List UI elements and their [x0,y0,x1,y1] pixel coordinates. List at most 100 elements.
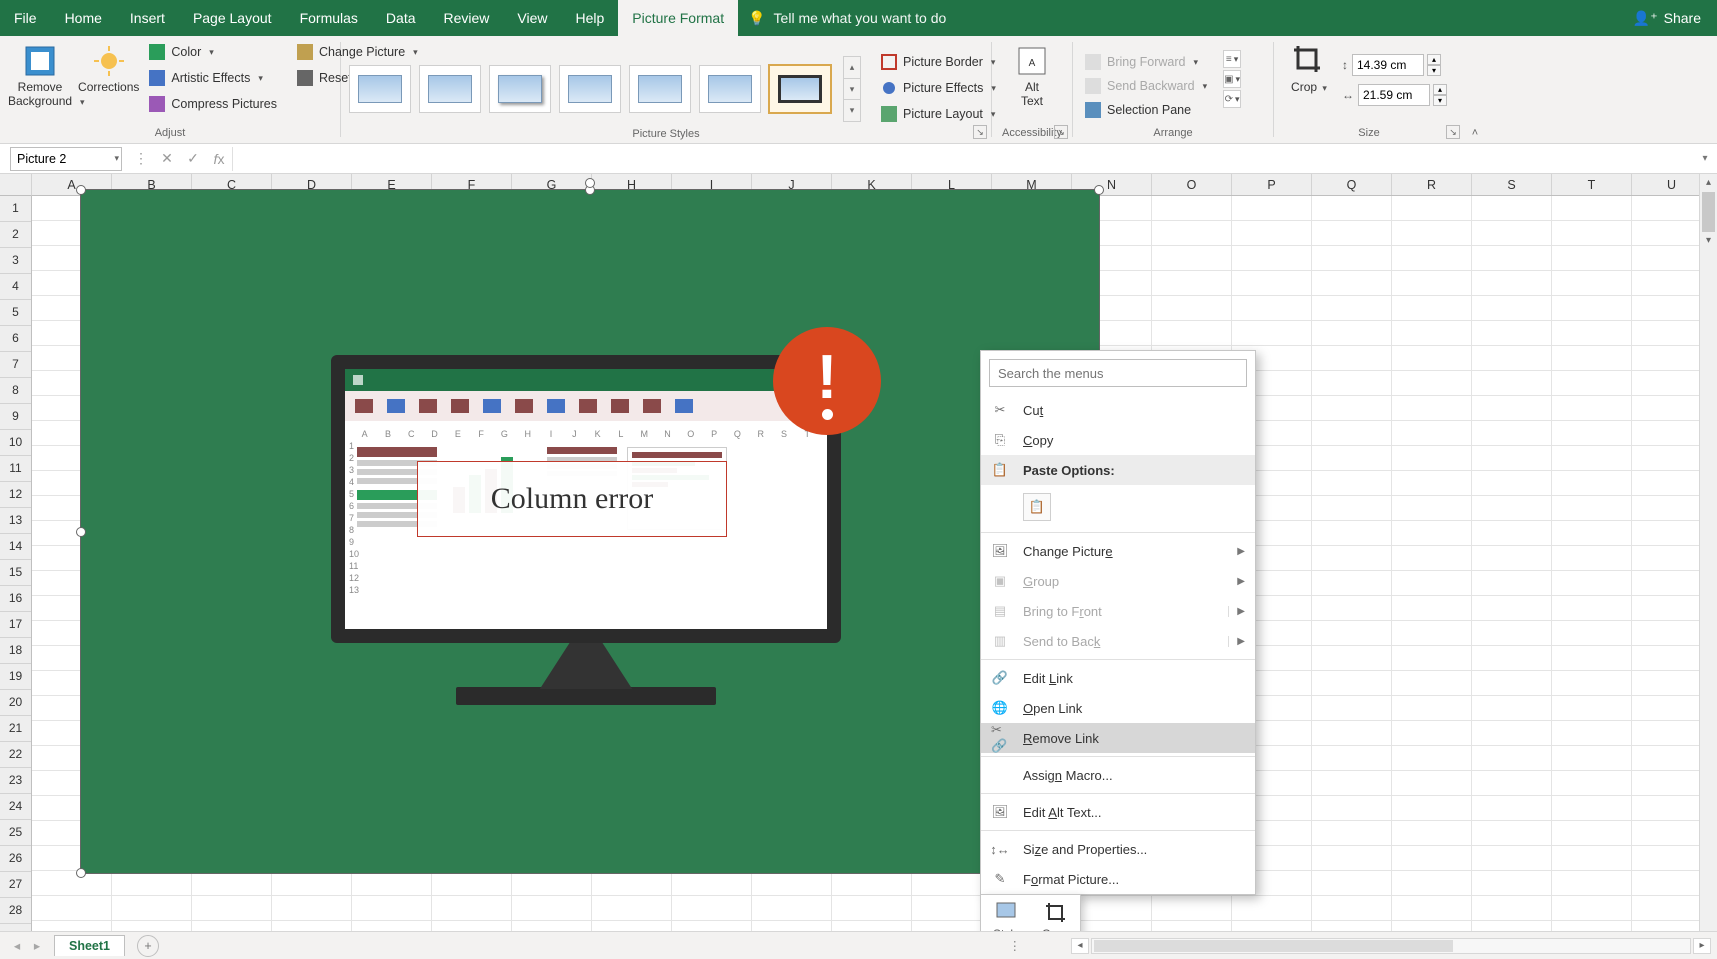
send-backward-button[interactable]: Send Backward▾ [1081,74,1211,98]
artistic-effects-button[interactable]: Artistic Effects▾ [145,66,281,90]
row-header-8[interactable]: 8 [0,378,31,404]
tab-home[interactable]: Home [51,0,116,36]
ctx-edit-link[interactable]: 🔗Edit Link [981,663,1255,693]
row-header-28[interactable]: 28 [0,898,31,924]
horizontal-scrollbar[interactable]: ◂▸ [1071,938,1711,954]
gallery-scroll[interactable]: ▴▾▾ [843,56,861,122]
col-header-R[interactable]: R [1392,174,1472,195]
rotate-button[interactable]: ⟳▾ [1223,90,1241,108]
corrections-button[interactable]: Corrections ▾ [78,40,139,108]
col-header-T[interactable]: T [1552,174,1632,195]
tell-me[interactable]: 💡 Tell me what you want to do [748,10,946,27]
tab-review[interactable]: Review [430,0,504,36]
row-header-18[interactable]: 18 [0,638,31,664]
row-header-11[interactable]: 11 [0,456,31,482]
remove-background-button[interactable]: Remove Background [8,40,72,108]
tab-picture-format[interactable]: Picture Format [618,0,738,36]
row-header-16[interactable]: 16 [0,586,31,612]
style-thumb-1[interactable] [349,65,411,113]
style-thumb-2[interactable] [419,65,481,113]
alt-text-button[interactable]: A Alt Text [1000,40,1064,108]
height-spin-up[interactable]: ▴ [1427,54,1441,65]
tab-file[interactable]: File [0,0,51,36]
resize-handle-nw[interactable] [76,185,86,195]
tab-data[interactable]: Data [372,0,430,36]
row-header-2[interactable]: 2 [0,222,31,248]
add-sheet-button[interactable]: + [137,935,159,957]
share-button[interactable]: 👤⁺ Share [1617,10,1717,27]
name-box[interactable]: Picture 2▾ [10,147,122,171]
enter-formula-button[interactable]: ✓ [180,146,206,172]
formula-dropdown[interactable]: ⋮ [128,146,154,172]
cancel-formula-button[interactable]: ✕ [154,146,180,172]
expand-formula-bar[interactable]: ▾ [1693,153,1717,164]
crop-button[interactable]: Crop ▾ [1282,40,1336,94]
fx-button[interactable]: fx [206,146,232,172]
accessibility-dialog-launcher[interactable]: ↘ [1054,125,1068,139]
row-header-7[interactable]: 7 [0,352,31,378]
row-header-1[interactable]: 1 [0,196,31,222]
width-spin-down[interactable]: ▾ [1433,95,1447,106]
sheet-nav[interactable]: ◂▸ [0,938,54,953]
style-thumb-4[interactable] [559,65,621,113]
formula-input[interactable] [232,147,1693,171]
col-header-Q[interactable]: Q [1312,174,1392,195]
ctx-size-properties[interactable]: ↕↔Size and Properties... [981,834,1255,864]
inserted-picture[interactable]: ABCDEFGHIJKLMNOPQRST 12345678910111213 [80,189,1100,874]
collapse-ribbon[interactable]: ˄ [1464,36,1486,143]
row-header-19[interactable]: 19 [0,664,31,690]
height-field[interactable]: ↕ ▴▾ [1342,54,1447,76]
ctx-assign-macro[interactable]: Assign Macro... [981,760,1255,790]
ctx-open-link[interactable]: 🌐Open Link [981,693,1255,723]
align-button[interactable]: ≡▾ [1223,50,1241,68]
row-header-3[interactable]: 3 [0,248,31,274]
row-header-5[interactable]: 5 [0,300,31,326]
ctx-cut[interactable]: ✂Cut [981,395,1255,425]
width-spin-up[interactable]: ▴ [1433,84,1447,95]
row-header-6[interactable]: 6 [0,326,31,352]
row-header-10[interactable]: 10 [0,430,31,456]
group-objects-button[interactable]: ▣▾ [1223,70,1241,88]
tab-view[interactable]: View [503,0,561,36]
style-thumb-6[interactable] [699,65,761,113]
picture-styles-gallery[interactable]: ▴▾▾ [349,40,861,122]
height-spin-down[interactable]: ▾ [1427,65,1441,76]
resize-handle-ne[interactable] [1094,185,1104,195]
resize-handle-sw[interactable] [76,868,86,878]
paste-option-default[interactable]: 📋 [1023,493,1051,521]
picture-effects-button[interactable]: Picture Effects▾ [877,76,1000,100]
color-button[interactable]: Color▾ [145,40,281,64]
col-header-O[interactable]: O [1152,174,1232,195]
row-headers[interactable]: 1234567891011121314151617181920212223242… [0,196,32,931]
bring-forward-button[interactable]: Bring Forward▾ [1081,50,1211,74]
row-header-14[interactable]: 14 [0,534,31,560]
select-all-corner[interactable] [0,174,32,196]
style-thumb-5[interactable] [629,65,691,113]
row-header-21[interactable]: 21 [0,716,31,742]
ctx-change-picture[interactable]: 🖼Change Picture▶ [981,536,1255,566]
row-header-20[interactable]: 20 [0,690,31,716]
picture-border-button[interactable]: Picture Border▾ [877,50,1000,74]
context-menu-search[interactable] [989,359,1247,387]
tab-help[interactable]: Help [562,0,619,36]
ctx-copy[interactable]: ⎘Copy [981,425,1255,455]
row-header-24[interactable]: 24 [0,794,31,820]
row-header-12[interactable]: 12 [0,482,31,508]
styles-dialog-launcher[interactable]: ↘ [973,125,987,139]
row-header-25[interactable]: 25 [0,820,31,846]
rotate-handle[interactable] [585,178,595,188]
width-field[interactable]: ↔ ▴▾ [1342,84,1447,106]
picture-layout-button[interactable]: Picture Layout▾ [877,102,1000,126]
row-header-26[interactable]: 26 [0,846,31,872]
row-header-4[interactable]: 4 [0,274,31,300]
col-header-P[interactable]: P [1232,174,1312,195]
row-header-22[interactable]: 22 [0,742,31,768]
tab-formulas[interactable]: Formulas [286,0,372,36]
row-header-15[interactable]: 15 [0,560,31,586]
row-header-27[interactable]: 27 [0,872,31,898]
row-header-17[interactable]: 17 [0,612,31,638]
col-header-S[interactable]: S [1472,174,1552,195]
selection-pane-button[interactable]: Selection Pane [1081,98,1211,122]
vertical-scrollbar[interactable]: ▴▾ [1699,174,1717,931]
style-thumb-3[interactable] [489,65,551,113]
